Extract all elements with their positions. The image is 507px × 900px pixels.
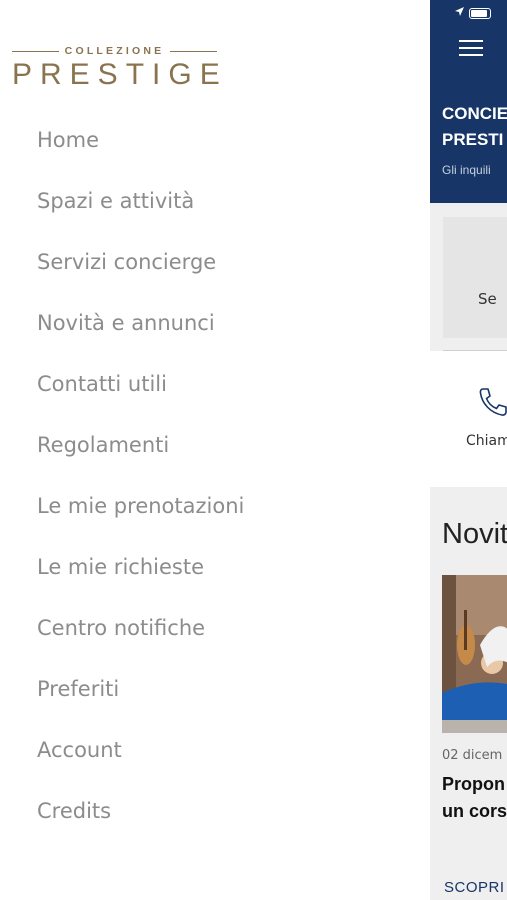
hero-title: CONCIE PRESTI (442, 101, 507, 153)
logo-rule-right (170, 50, 218, 52)
menu-item-rules[interactable]: Regolamenti (37, 415, 244, 476)
news-title[interactable]: Propon un cors (442, 771, 507, 825)
news-date: 02 dicem (442, 748, 503, 763)
news-section-title: Novit (442, 518, 507, 550)
menu-item-spaces[interactable]: Spazi e attività (37, 171, 244, 232)
logo-rule-left (12, 50, 59, 52)
hero-header: CONCIE PRESTI Gli inquili (430, 0, 507, 203)
service-card[interactable] (443, 217, 507, 338)
hero-title-line2: PRESTI (442, 130, 504, 149)
menu-item-favorites[interactable]: Preferiti (37, 659, 244, 720)
battery-icon (469, 7, 491, 19)
menu-item-news[interactable]: Novità e annunci (37, 293, 244, 354)
menu-item-concierge[interactable]: Servizi concierge (37, 232, 244, 293)
logo-small-text: COLLEZIONE (64, 45, 165, 57)
drawer-menu: Home Spazi e attività Servizi concierge … (37, 110, 244, 842)
phone-icon[interactable] (477, 386, 507, 418)
main-screen: CONCIE PRESTI Gli inquili Se Chiam Novit… (430, 0, 507, 900)
location-arrow-icon (454, 6, 465, 20)
logo-top-row: COLLEZIONE (12, 44, 218, 58)
hero-title-line1: CONCIE (442, 104, 507, 123)
menu-item-notifications[interactable]: Centro notifiche (37, 598, 244, 659)
menu-item-requests[interactable]: Le mie richieste (37, 537, 244, 598)
quick-actions (430, 351, 507, 487)
news-image[interactable] (442, 575, 507, 733)
menu-item-credits[interactable]: Credits (37, 781, 244, 842)
call-action-label[interactable]: Chiam (466, 433, 507, 449)
menu-item-home[interactable]: Home (37, 110, 244, 171)
news-title-line1: Propon (442, 774, 505, 794)
menu-item-contacts[interactable]: Contatti utili (37, 354, 244, 415)
hero-subtitle: Gli inquili (442, 163, 491, 177)
news-title-line2: un cors (442, 801, 507, 821)
service-card-label: Se (478, 290, 497, 308)
hamburger-icon[interactable] (459, 40, 483, 61)
brand-logo: COLLEZIONE PRESTIGE (12, 44, 228, 92)
menu-item-account[interactable]: Account (37, 720, 244, 781)
menu-item-bookings[interactable]: Le mie prenotazioni (37, 476, 244, 537)
logo-big-text: PRESTIGE (12, 58, 228, 91)
side-drawer: COLLEZIONE PRESTIGE Home Spazi e attivit… (0, 0, 430, 900)
news-discover-link[interactable]: SCOPRI (444, 879, 505, 896)
status-bar (454, 6, 491, 20)
